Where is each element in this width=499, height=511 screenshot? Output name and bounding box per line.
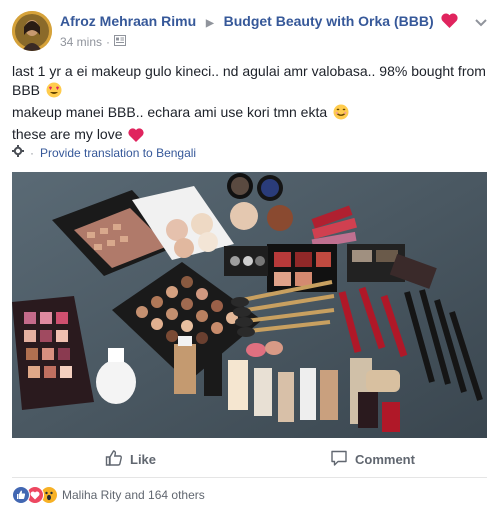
post-line-3-text: these are my love: [12, 126, 123, 142]
smiling-face-emoji-icon: [333, 104, 349, 125]
post-line-2-text: makeup manei BBB.. echara ami use kori t…: [12, 104, 328, 120]
post-photo[interactable]: [12, 172, 487, 438]
post-line-3: these are my love: [12, 125, 490, 147]
post-meta: 34 mins ·: [60, 35, 127, 49]
translation-dot: ·: [30, 145, 34, 160]
like-reaction-icon: [12, 486, 30, 504]
heart-eyes-emoji-icon: [46, 82, 62, 103]
post-line-1-text: last 1 yr a ei makeup gulo kineci.. nd a…: [12, 63, 486, 98]
speech-bubble-icon: [330, 449, 348, 470]
group-privacy-icon[interactable]: [114, 35, 127, 49]
reactions-divider: [12, 477, 487, 478]
reactions-names[interactable]: Maliha Rity and 164 others: [62, 488, 205, 502]
comment-button[interactable]: Comment: [330, 444, 415, 474]
post-line-1: last 1 yr a ei makeup gulo kineci.. nd a…: [12, 62, 490, 103]
reactions-summary[interactable]: Maliha Rity and 164 others: [12, 486, 205, 504]
post-text: last 1 yr a ei makeup gulo kineci.. nd a…: [12, 62, 490, 147]
like-button[interactable]: Like: [105, 444, 156, 474]
post-line-2: makeup manei BBB.. echara ami use kori t…: [12, 103, 490, 125]
translation-row: · Provide translation to Bengali: [12, 145, 196, 160]
post-options-chevron-icon[interactable]: [475, 18, 487, 30]
comment-label: Comment: [355, 451, 415, 467]
like-label: Like: [130, 451, 157, 467]
translate-link[interactable]: Provide translation to Bengali: [40, 146, 196, 160]
meta-separator: ·: [106, 35, 111, 49]
feed-post: Afroz Mehraan Rimu ▶ Budget Beauty with …: [0, 0, 499, 511]
heart-emoji-icon: [440, 13, 458, 31]
post-actions: Like Comment: [0, 444, 499, 474]
post-header: Afroz Mehraan Rimu ▶ Budget Beauty with …: [60, 13, 458, 31]
group-name-link[interactable]: Budget Beauty with Orka (BBB): [224, 13, 434, 29]
author-name-link[interactable]: Afroz Mehraan Rimu: [60, 13, 196, 29]
thumbs-up-icon: [105, 449, 123, 470]
right-triangle-icon: ▶: [206, 18, 214, 29]
author-avatar[interactable]: [12, 11, 52, 51]
gear-icon: [12, 145, 24, 160]
timestamp-link[interactable]: 34 mins: [60, 35, 102, 49]
